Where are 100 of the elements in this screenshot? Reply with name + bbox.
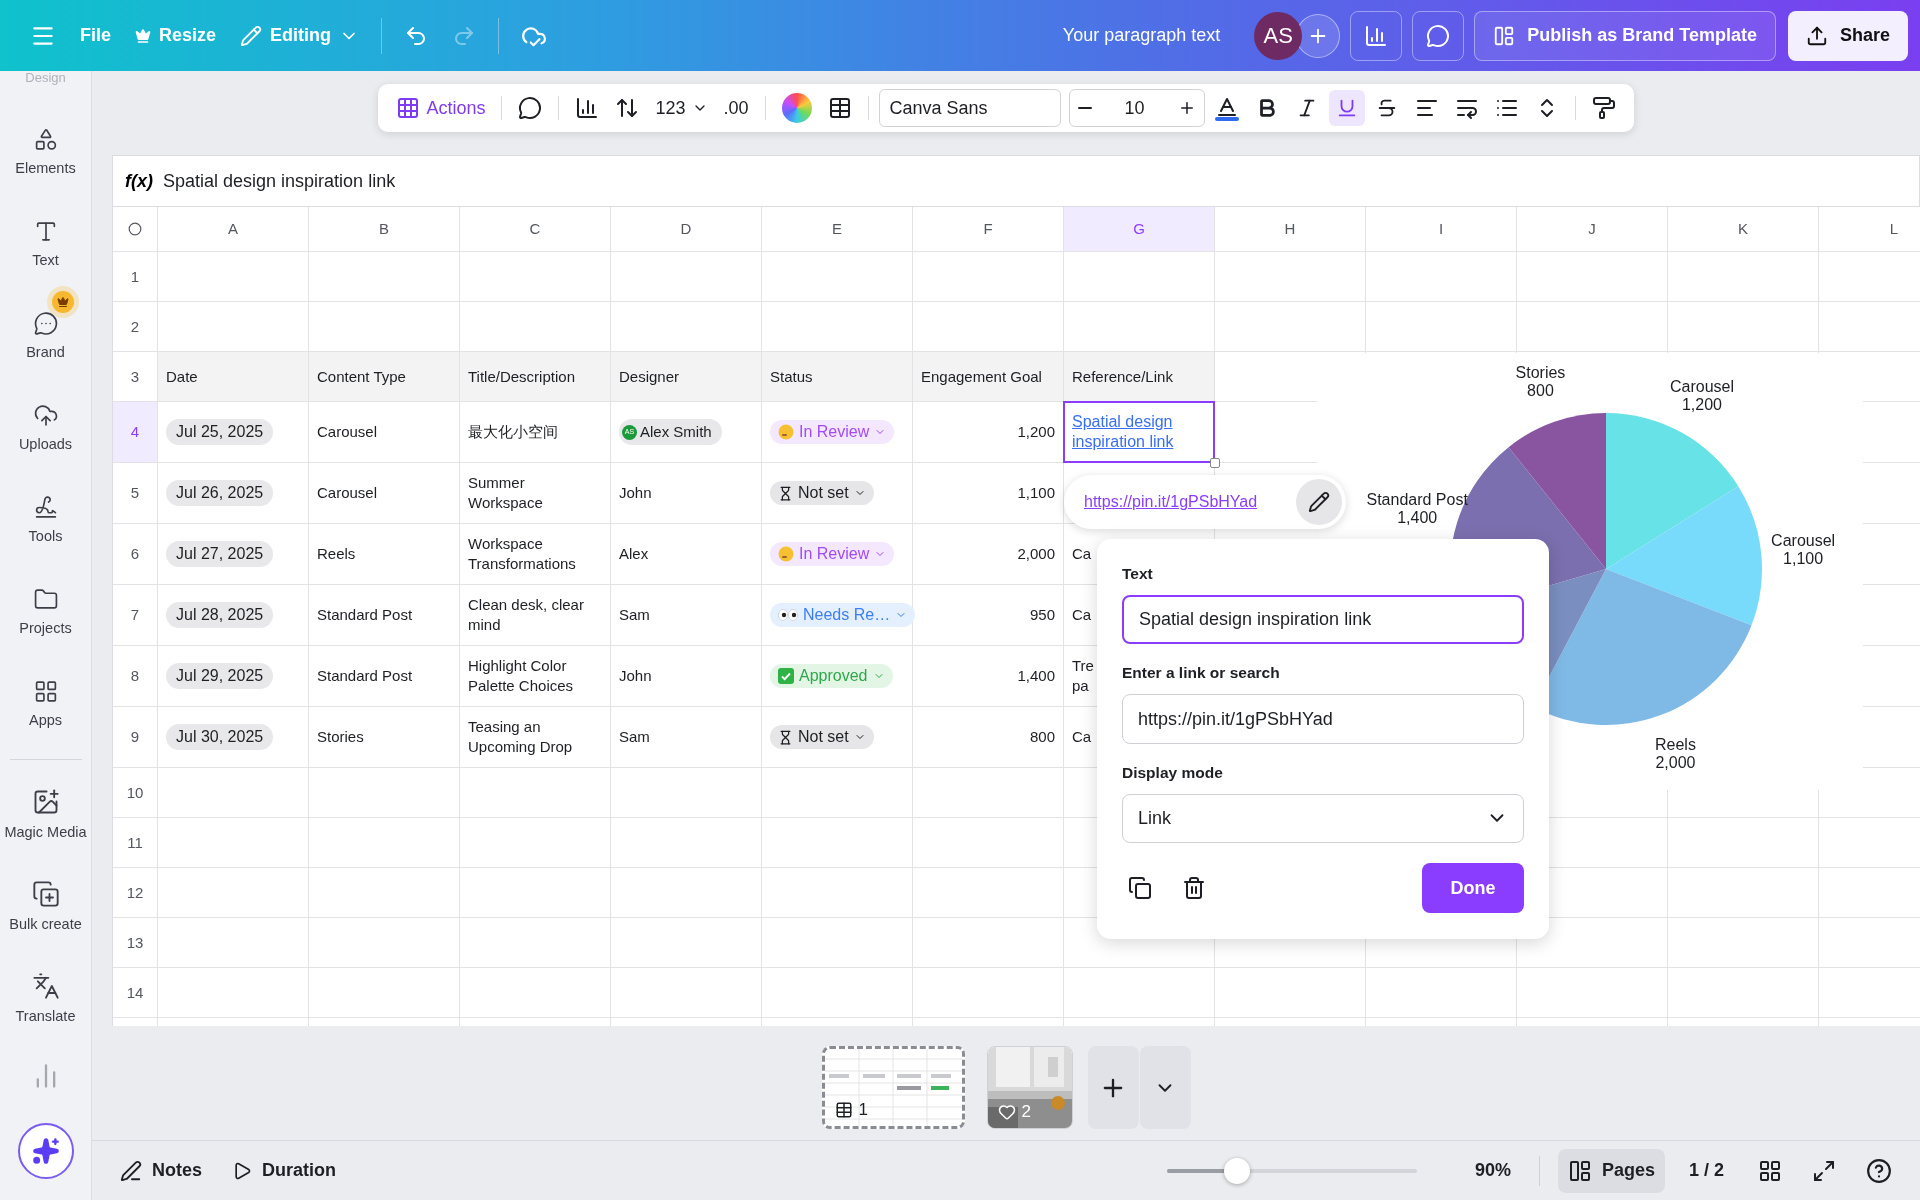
column-header[interactable]: G: [1064, 207, 1214, 251]
cell-text: Summer Workspace: [468, 473, 544, 513]
document-title: Your paragraph text: [1062, 25, 1221, 46]
sidebar-item[interactable]: Uploads: [0, 361, 91, 453]
select-all-icon[interactable]: [128, 222, 142, 236]
done-button[interactable]: Done: [1422, 863, 1524, 913]
pencil-icon: [240, 24, 263, 47]
field-label: Display mode: [1122, 763, 1224, 782]
comment-icon: [518, 96, 543, 120]
date-chip: Jul 25, 2025: [166, 419, 274, 445]
display-mode-select[interactable]: Link: [1122, 793, 1524, 843]
zoom-value: 90%: [1474, 1160, 1511, 1181]
sidebar-item[interactable]: Text: [0, 177, 91, 269]
cell-text: Ca: [1072, 727, 1092, 747]
insights-button[interactable]: [1350, 10, 1403, 61]
link-field[interactable]: https://pin.it/1gPSbHYad: [1122, 694, 1524, 744]
crown-icon: [56, 296, 69, 308]
eyes-icon: [778, 609, 798, 621]
pages-button[interactable]: Pages: [1557, 1148, 1665, 1193]
page-thumbnail[interactable]: 1: [821, 1046, 965, 1129]
font-size-value[interactable]: 10: [1124, 97, 1145, 119]
notes-icon: [120, 1159, 142, 1182]
date-chip: Jul 26, 2025: [166, 480, 274, 506]
data-label: Carousel 1,200: [1669, 377, 1734, 413]
cell-text: Workspace Transformations: [468, 534, 577, 574]
sidebar-item[interactable]: Translate: [0, 944, 91, 1036]
data-label: Reels 2,000: [1655, 736, 1696, 772]
paint-roller-icon: [1591, 96, 1616, 120]
comment-icon: [1426, 23, 1451, 48]
header-cell: Status: [762, 352, 912, 401]
table-icon: [834, 1101, 853, 1119]
sidebar-item[interactable]: Tools: [0, 453, 91, 545]
cell-text: 2,000: [1017, 544, 1055, 564]
cell-text: Carousel: [317, 422, 378, 442]
date-chip: Jul 27, 2025: [166, 541, 274, 567]
hourglass-icon: [778, 485, 793, 501]
sidebar-item[interactable]: Magic Media: [0, 760, 91, 852]
cell-text: 1,200: [1017, 422, 1055, 442]
sidebar-item[interactable]: Elements: [0, 85, 91, 177]
sidebar-item[interactable]: Projects: [0, 545, 91, 637]
actions-button[interactable]: Actions: [390, 90, 492, 126]
template-icon: [1493, 24, 1516, 47]
sidebar-item[interactable]: Apps: [0, 637, 91, 729]
copy-plus-icon: [31, 880, 60, 908]
cell-text: Tre pa: [1072, 656, 1094, 696]
header-cell: Designer: [611, 352, 761, 401]
publish-button[interactable]: Publish as Brand Template: [1474, 10, 1776, 61]
minus-icon: [1077, 107, 1092, 109]
sparkles-icon: [31, 1137, 60, 1165]
page-count: 1 / 2: [1688, 1160, 1724, 1181]
sidebar-label: Design: [25, 71, 66, 85]
cell-text: John: [619, 666, 652, 686]
date-chip: Jul 28, 2025: [166, 602, 274, 628]
duration-button[interactable]: Duration: [222, 1148, 346, 1193]
edit-button[interactable]: [1296, 479, 1342, 525]
header-cell: Engagement Goal: [913, 352, 1063, 401]
status-dropdown[interactable]: In Review: [770, 542, 895, 566]
header-cell: Date: [158, 352, 308, 401]
number-format-button[interactable]: 123: [649, 90, 714, 126]
status-dropdown[interactable]: Not set: [770, 481, 874, 505]
link[interactable]: Spatial design inspiration link: [1072, 412, 1206, 452]
hourglass-icon: [778, 729, 793, 745]
link[interactable]: https://pin.it/1gPSbHYad: [1084, 493, 1258, 511]
slider-thumb[interactable]: [1223, 1157, 1250, 1184]
cell-text: Carousel: [317, 483, 378, 503]
page-number: 2: [1021, 1102, 1031, 1122]
status-dropdown[interactable]: Not set: [770, 725, 874, 749]
cell-text: Standard Post: [317, 605, 413, 625]
grid-icon: [1758, 1158, 1782, 1183]
data-label: Carousel 1,100: [1771, 532, 1836, 568]
table-icon: [827, 96, 852, 120]
zoom-slider[interactable]: [1166, 1157, 1417, 1184]
color-wheel-icon[interactable]: [781, 93, 812, 123]
sidebar-item[interactable]: Bulk create: [0, 852, 91, 944]
font-field[interactable]: Canva Sans: [878, 89, 1061, 127]
text-field[interactable]: Spatial design inspiration link: [1122, 595, 1524, 645]
cell-text: 950: [1029, 605, 1055, 625]
decimals-button[interactable]: .00: [717, 90, 755, 126]
data-label: Standard Post 1,400: [1366, 491, 1468, 527]
header-cell: Reference/Link: [1064, 352, 1214, 401]
heart-icon: [997, 1103, 1016, 1121]
designer-name: Alex Smith: [640, 422, 712, 442]
row-number[interactable]: 4: [113, 402, 157, 462]
data-label: Stories 800: [1515, 364, 1566, 400]
cell-text: Reels: [317, 544, 356, 564]
page-number: 1: [858, 1100, 868, 1120]
date-chip: Jul 30, 2025: [166, 724, 274, 750]
notes-button[interactable]: Notes: [110, 1148, 212, 1193]
share-button[interactable]: Share: [1787, 10, 1908, 61]
field-label: Enter a link or search: [1122, 664, 1281, 683]
sort-icon: [615, 96, 640, 120]
underline-button[interactable]: [1328, 90, 1365, 126]
cell-text: Teasing an Upcoming Drop: [468, 717, 574, 757]
grid-icon: [396, 96, 421, 120]
status-dropdown[interactable]: In Review: [770, 420, 895, 444]
resize-handle[interactable]: [1210, 458, 1220, 468]
fx-label: f(x): [125, 170, 153, 192]
cell-text: Clean desk, clear mind: [468, 595, 585, 635]
sidebar-item[interactable]: Brand: [0, 269, 91, 361]
cell-text: 1,100: [1017, 483, 1055, 503]
